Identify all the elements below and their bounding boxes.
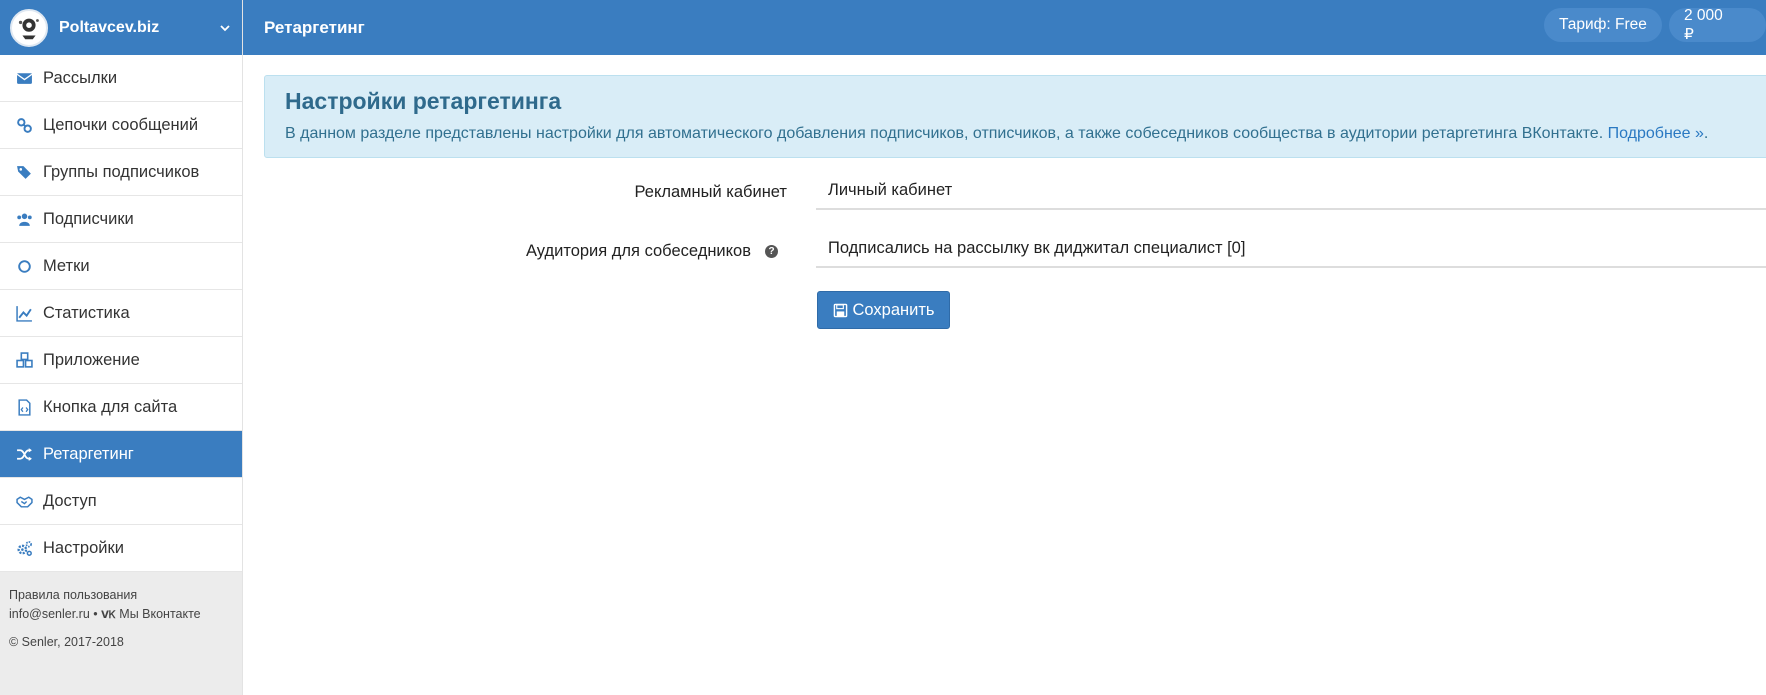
sidebar-item-label: Настройки xyxy=(43,538,124,557)
sidebar-item-label: Доступ xyxy=(43,491,97,510)
sidebar: Poltavcev.biz Рассылки Цепочки сообщений… xyxy=(0,0,243,695)
sidebar-item-label: Цепочки сообщений xyxy=(43,115,199,134)
page-title: Ретаргетинг xyxy=(264,17,365,37)
vk-icon: ᐯᏦ xyxy=(101,610,116,621)
gears-icon xyxy=(15,539,33,557)
brand-logo xyxy=(10,8,48,47)
sidebar-item-label: Статистика xyxy=(43,303,130,322)
sidebar-item-settings[interactable]: Настройки xyxy=(0,525,242,572)
footer-separator: • xyxy=(93,607,98,621)
sidebar-item-subscribers[interactable]: Подписчики xyxy=(0,196,242,243)
more-link[interactable]: Подробнее » xyxy=(1608,125,1704,142)
info-heading: Настройки ретаргетинга xyxy=(285,88,562,114)
balance-badge[interactable]: 2 000 ₽ xyxy=(1669,7,1766,43)
users-icon xyxy=(15,210,33,228)
sidebar-item-label: Рассылки xyxy=(43,68,118,87)
ad-cabinet-select[interactable]: Личный кабинет xyxy=(816,173,1766,210)
help-icon[interactable]: ? xyxy=(765,245,778,259)
circle-icon xyxy=(15,257,33,275)
terms-link[interactable]: Правила пользования xyxy=(9,588,137,602)
ad-cabinet-label: Рекламный кабинет xyxy=(634,183,787,201)
random-shuffle-icon xyxy=(15,445,33,463)
brand-name: Poltavcev.biz xyxy=(59,18,160,36)
sidebar-item-label: Ретаргетинг xyxy=(43,444,134,463)
sidebar-item-label: Кнопка для сайта xyxy=(43,397,178,416)
cubes-icon xyxy=(15,351,33,369)
save-button[interactable]: Сохранить xyxy=(817,291,950,329)
handshake-icon xyxy=(15,492,33,510)
tariff-badge[interactable]: Тариф: Free xyxy=(1544,8,1662,42)
sidebar-footer: Правила пользования info@senler.ru • ᐯᏦ … xyxy=(0,572,242,652)
sidebar-item-label: Подписчики xyxy=(43,209,134,228)
info-text-line: В данном разделе представлены настройки … xyxy=(285,125,1763,143)
envelope-icon xyxy=(15,69,33,87)
sidebar-item-mailings[interactable]: Рассылки xyxy=(0,55,242,102)
audience-label-row: Аудитория для собеседников? xyxy=(480,242,778,261)
copyright: © Senler, 2017-2018 xyxy=(9,635,124,649)
info-text-end: . xyxy=(1703,125,1709,142)
save-button-label: Сохранить xyxy=(852,300,935,319)
sidebar-item-labels[interactable]: Метки xyxy=(0,243,242,290)
chevron-down-icon xyxy=(218,21,232,35)
code-file-icon xyxy=(15,398,33,416)
sidebar-item-groups[interactable]: Группы подписчиков xyxy=(0,149,242,196)
info-text: В данном разделе представлены настройки … xyxy=(285,125,1604,142)
sidebar-item-statistics[interactable]: Статистика xyxy=(0,290,242,337)
vk-link[interactable]: Мы Вконтакте xyxy=(119,607,200,621)
chain-link-icon xyxy=(15,116,33,134)
sidebar-item-chains[interactable]: Цепочки сообщений xyxy=(0,102,242,149)
sidebar-item-access[interactable]: Доступ xyxy=(0,478,242,525)
sidebar-item-retargeting[interactable]: Ретаргетинг xyxy=(0,431,242,478)
support-email-link[interactable]: info@senler.ru xyxy=(9,607,90,621)
audience-select[interactable]: Подписались на рассылку вк диджитал спец… xyxy=(816,231,1766,268)
line-chart-icon xyxy=(15,304,33,322)
tags-icon xyxy=(15,163,33,181)
topbar: Ретаргетинг xyxy=(243,0,1766,55)
brand-switcher[interactable]: Poltavcev.biz xyxy=(0,0,242,55)
sidebar-item-label: Приложение xyxy=(43,350,140,369)
info-panel: Настройки ретаргетинга В данном разделе … xyxy=(264,75,1766,158)
sidebar-nav: Рассылки Цепочки сообщений Группы подпис… xyxy=(0,55,242,572)
sidebar-item-app[interactable]: Приложение xyxy=(0,337,242,384)
sidebar-item-site-button[interactable]: Кнопка для сайта xyxy=(0,384,242,431)
sidebar-item-label: Метки xyxy=(43,256,90,275)
sidebar-item-label: Группы подписчиков xyxy=(43,162,200,181)
audience-label: Аудитория для собеседников xyxy=(525,242,751,260)
floppy-disk-icon xyxy=(833,303,847,317)
